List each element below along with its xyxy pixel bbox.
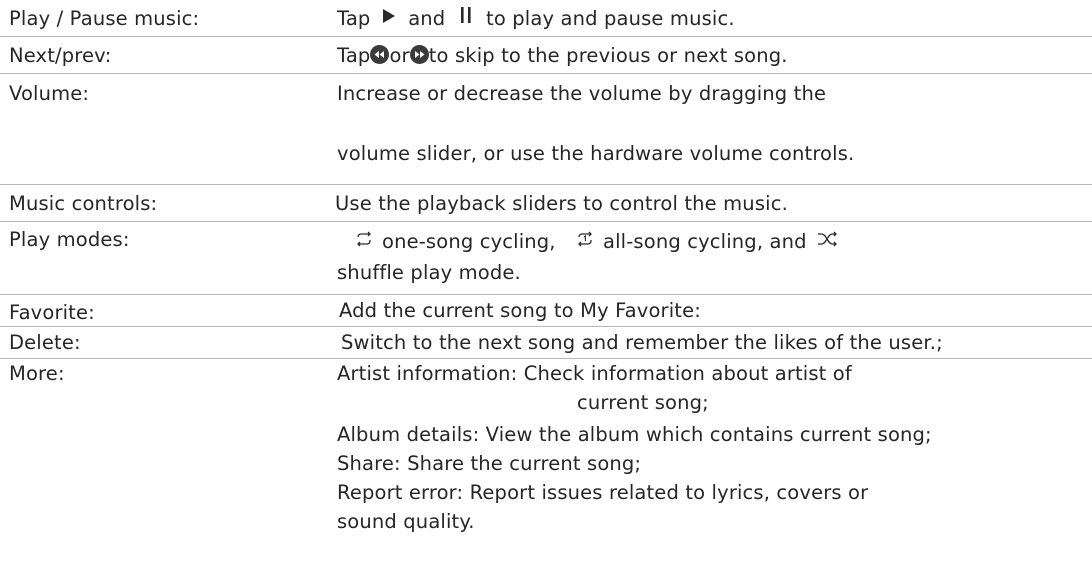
tap-text: Tap — [337, 7, 371, 30]
desc-more-line6: sound quality. — [337, 510, 475, 533]
row-favorite: Favorite: Add the current song to My Fav… — [0, 295, 1092, 327]
desc-next-prev: Tap or to skip to the previous or next s… — [337, 44, 788, 68]
all-song-cycling-text: all-song cycling, and — [603, 230, 807, 253]
label-play-modes: Play modes: — [9, 228, 130, 251]
repeat-one-icon — [355, 229, 373, 253]
desc-music-controls: Use the playback sliders to control the … — [335, 192, 788, 215]
play-pause-suffix: to play and pause music. — [486, 7, 735, 30]
one-song-cycling-text: one-song cycling, — [382, 230, 556, 253]
row-music-controls: Music controls: Use the playback sliders… — [0, 185, 1092, 222]
label-play-pause: Play / Pause music: — [9, 7, 200, 30]
desc-more-line4: Share: Share the current song; — [337, 452, 642, 475]
desc-volume-line2: volume slider, or use the hardware volum… — [337, 142, 855, 165]
label-music-controls: Music controls: — [9, 192, 158, 215]
desc-delete: Switch to the next song and remember the… — [341, 331, 943, 354]
desc-play-pause: Tap and to play and pause music. — [337, 6, 735, 32]
desc-more-line2: current song; — [577, 391, 709, 414]
row-play-modes: Play modes: one-song cycling, all-song c… — [0, 222, 1092, 295]
next-icon — [409, 45, 429, 64]
desc-more-line3: Album details: View the album which cont… — [337, 423, 932, 446]
label-more: More: — [9, 362, 65, 385]
row-play-pause: Play / Pause music: Tap and to play and … — [0, 0, 1092, 37]
desc-volume-line1: Increase or decrease the volume by dragg… — [337, 82, 827, 105]
repeat-all-icon — [576, 229, 594, 253]
row-more: More: Artist information: Check informat… — [0, 359, 1092, 574]
label-favorite: Favorite: — [9, 301, 95, 324]
row-volume: Volume: Increase or decrease the volume … — [0, 74, 1092, 185]
label-delete: Delete: — [9, 331, 81, 354]
and-text: and — [408, 7, 446, 30]
label-volume: Volume: — [9, 82, 90, 105]
desc-more-line5: Report error: Report issues related to l… — [337, 481, 869, 504]
shuffle-icon — [817, 229, 839, 253]
pause-icon — [460, 6, 472, 30]
label-next-prev: Next/prev: — [9, 44, 112, 67]
desc-more-line1: Artist information: Check information ab… — [337, 362, 852, 385]
row-delete: Delete: Switch to the next song and reme… — [0, 327, 1092, 359]
next-prev-suffix: to skip to the previous or next song. — [428, 44, 788, 67]
desc-play-modes-line2: shuffle play mode. — [337, 261, 521, 284]
or-text: or — [389, 44, 410, 67]
previous-icon — [370, 45, 390, 64]
desc-favorite: Add the current song to My Favorite: — [339, 299, 701, 322]
play-icon — [382, 6, 396, 30]
desc-play-modes-line1: one-song cycling, all-song cycling, and — [355, 230, 839, 255]
row-next-prev: Next/prev: Tap or to skip to the previou… — [0, 37, 1092, 74]
tap-text: Tap — [337, 44, 371, 67]
